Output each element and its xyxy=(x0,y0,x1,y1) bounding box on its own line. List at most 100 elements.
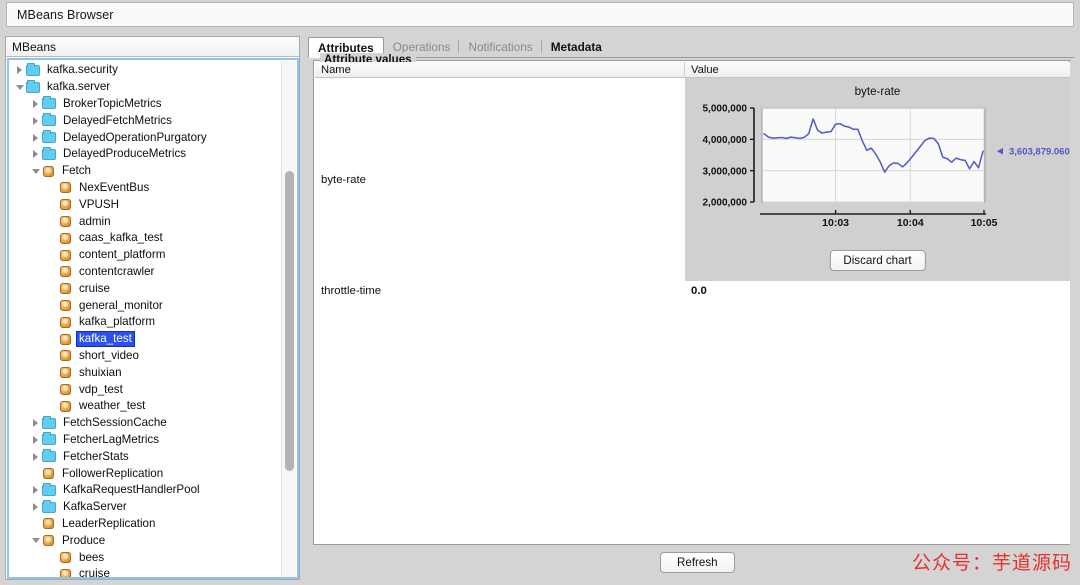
tree-node-label: kafka.security xyxy=(47,63,118,77)
mbeans-tree-header: MBeans xyxy=(6,37,299,57)
tree-node-delayedfetchmetrics[interactable]: DelayedFetchMetrics xyxy=(9,112,282,129)
tree-node-shuixian[interactable]: shuixian xyxy=(9,364,282,381)
tree-node-admin[interactable]: admin xyxy=(9,213,282,230)
tree-vertical-scrollbar[interactable] xyxy=(281,61,296,577)
tree-node-short-video[interactable]: short_video xyxy=(9,348,282,365)
tree-node-fetcherstats[interactable]: FetcherStats xyxy=(9,448,282,465)
tab-notifications[interactable]: Notifications xyxy=(459,36,542,57)
chevron-right-icon[interactable] xyxy=(29,419,42,428)
tree-node-contentcrawler[interactable]: contentcrawler xyxy=(9,264,282,281)
bean-icon xyxy=(59,551,72,564)
tree-node-vpush[interactable]: VPUSH xyxy=(9,196,282,213)
tree-scrollbar-thumb[interactable] xyxy=(285,171,294,471)
window-title: MBeans Browser xyxy=(17,7,114,22)
bean-icon xyxy=(42,517,55,530)
tree-node-followerreplication[interactable]: FollowerReplication xyxy=(9,465,282,482)
tree-node-label: shuixian xyxy=(79,365,122,379)
tree-node-bees[interactable]: bees xyxy=(9,549,282,566)
svg-text:4,000,000: 4,000,000 xyxy=(703,135,748,146)
chevron-down-icon[interactable] xyxy=(29,168,42,174)
svg-text:10:04: 10:04 xyxy=(897,217,924,229)
chevron-right-icon[interactable] xyxy=(29,150,42,159)
folder-icon xyxy=(42,130,56,144)
tree-node-label: short_video xyxy=(79,348,139,362)
chevron-right-icon[interactable] xyxy=(29,452,42,461)
tree-node-label: VPUSH xyxy=(79,197,119,211)
tree-node-produce[interactable]: Produce xyxy=(9,532,282,549)
tree-node-brokertopicmetrics[interactable]: BrokerTopicMetrics xyxy=(9,96,282,113)
mbeans-tree-scroll-area: kafka.security kafka.server BrokerTopicMet… xyxy=(7,58,299,579)
tree-node-kafka-security[interactable]: kafka.security xyxy=(9,62,282,79)
tree-node-cruise[interactable]: cruise xyxy=(9,566,282,577)
tree-node-label: DelayedFetchMetrics xyxy=(63,113,172,127)
tree-node-kafka-platform[interactable]: kafka_platform xyxy=(9,314,282,331)
tree-node-delayedoperationpurgatory[interactable]: DelayedOperationPurgatory xyxy=(9,129,282,146)
chevron-right-icon[interactable] xyxy=(29,503,42,512)
tree-node-weather-test[interactable]: weather_test xyxy=(9,398,282,415)
bean-icon xyxy=(59,282,72,295)
tree-node-kafkaserver[interactable]: KafkaServer xyxy=(9,499,282,516)
tree-node-kafkarequesthandlerpool[interactable]: KafkaRequestHandlerPool xyxy=(9,482,282,499)
column-header-value: Value xyxy=(691,63,719,76)
tree-node-cruise[interactable]: cruise xyxy=(9,280,282,297)
attributes-table-header: Name Value xyxy=(315,62,1070,78)
tree-node-label: vdp_test xyxy=(79,382,123,396)
tree-node-label: DelayedProduceMetrics xyxy=(63,147,187,161)
bean-icon xyxy=(59,366,72,379)
tree-node-fetch[interactable]: Fetch xyxy=(9,163,282,180)
tab-label: Operations xyxy=(392,39,451,54)
chevron-right-icon[interactable] xyxy=(29,435,42,444)
chevron-right-icon[interactable] xyxy=(13,66,26,75)
mbeans-tree: kafka.security kafka.server BrokerTopicMet… xyxy=(9,60,282,577)
tree-node-general-monitor[interactable]: general_monitor xyxy=(9,297,282,314)
tree-node-vdp-test[interactable]: vdp_test xyxy=(9,381,282,398)
attribute-value-byte-rate[interactable]: byte-rate 5,000,000 4,000,000 3,000,000 2,0… xyxy=(685,78,1070,281)
folder-icon xyxy=(26,62,40,76)
bean-icon xyxy=(59,299,72,312)
tree-node-fetcherlagmetrics[interactable]: FetcherLagMetrics xyxy=(9,432,282,449)
byte-rate-chart: byte-rate 5,000,000 4,000,000 3,000,000 2,0… xyxy=(685,78,1070,281)
detail-tabs: Attributes Operations Notifications Metadat… xyxy=(308,36,1074,58)
chevron-right-icon[interactable] xyxy=(29,116,42,125)
bean-icon xyxy=(59,383,72,396)
svg-text:2,000,000: 2,000,000 xyxy=(703,198,748,209)
tree-node-nexeventbus[interactable]: NexEventBus xyxy=(9,180,282,197)
tree-node-kafka-server[interactable]: kafka.server xyxy=(9,79,282,96)
tree-node-kafka-test[interactable]: kafka_test xyxy=(9,331,282,348)
tree-node-content-platform[interactable]: content_platform xyxy=(9,247,282,264)
tree-node-label: DelayedOperationPurgatory xyxy=(63,130,207,144)
chevron-down-icon[interactable] xyxy=(29,538,42,544)
tree-node-label: content_platform xyxy=(79,248,166,262)
bean-icon xyxy=(59,232,72,245)
attribute-value-throttle-time: 0.0 xyxy=(691,284,707,297)
refresh-button[interactable]: Refresh xyxy=(660,552,735,573)
table-row[interactable]: byte-rate byte-rate 5,000,000 4,000,000 3,… xyxy=(315,78,1070,281)
chevron-right-icon[interactable] xyxy=(29,133,42,142)
tree-node-label: cruise xyxy=(79,281,110,295)
tree-node-label: KafkaServer xyxy=(63,500,127,514)
chevron-right-icon[interactable] xyxy=(29,486,42,495)
table-row[interactable]: throttle-time 0.0 xyxy=(315,281,1070,299)
bean-icon xyxy=(59,333,72,346)
tree-node-label: admin xyxy=(79,214,111,228)
tab-metadata[interactable]: Metadata xyxy=(542,36,611,57)
attributes-table-body: byte-rate byte-rate 5,000,000 4,000,000 3,… xyxy=(315,78,1070,544)
tree-node-label: general_monitor xyxy=(79,298,163,312)
tree-node-fetchsessioncache[interactable]: FetchSessionCache xyxy=(9,415,282,432)
tree-node-label: kafka.server xyxy=(47,80,111,94)
detail-panel: Attributes Operations Notifications Metadat… xyxy=(305,36,1075,580)
chevron-down-icon[interactable] xyxy=(13,84,26,90)
discard-chart-button[interactable]: Discard chart xyxy=(829,250,926,271)
bean-icon xyxy=(59,568,72,577)
tree-node-leaderreplication[interactable]: LeaderReplication xyxy=(9,516,282,533)
folder-icon xyxy=(42,499,56,513)
bean-icon xyxy=(59,316,72,329)
chevron-right-icon[interactable] xyxy=(29,99,42,108)
mbeans-tree-header-label: MBeans xyxy=(12,39,57,54)
attribute-name-byte-rate: byte-rate xyxy=(321,173,366,186)
tree-node-label: kafka_platform xyxy=(79,315,156,329)
tree-node-delayedproducemetrics[interactable]: DelayedProduceMetrics xyxy=(9,146,282,163)
tab-label: Metadata xyxy=(550,39,602,54)
folder-icon xyxy=(42,146,56,160)
tree-node-caas-kafka-test[interactable]: caas_kafka_test xyxy=(9,230,282,247)
